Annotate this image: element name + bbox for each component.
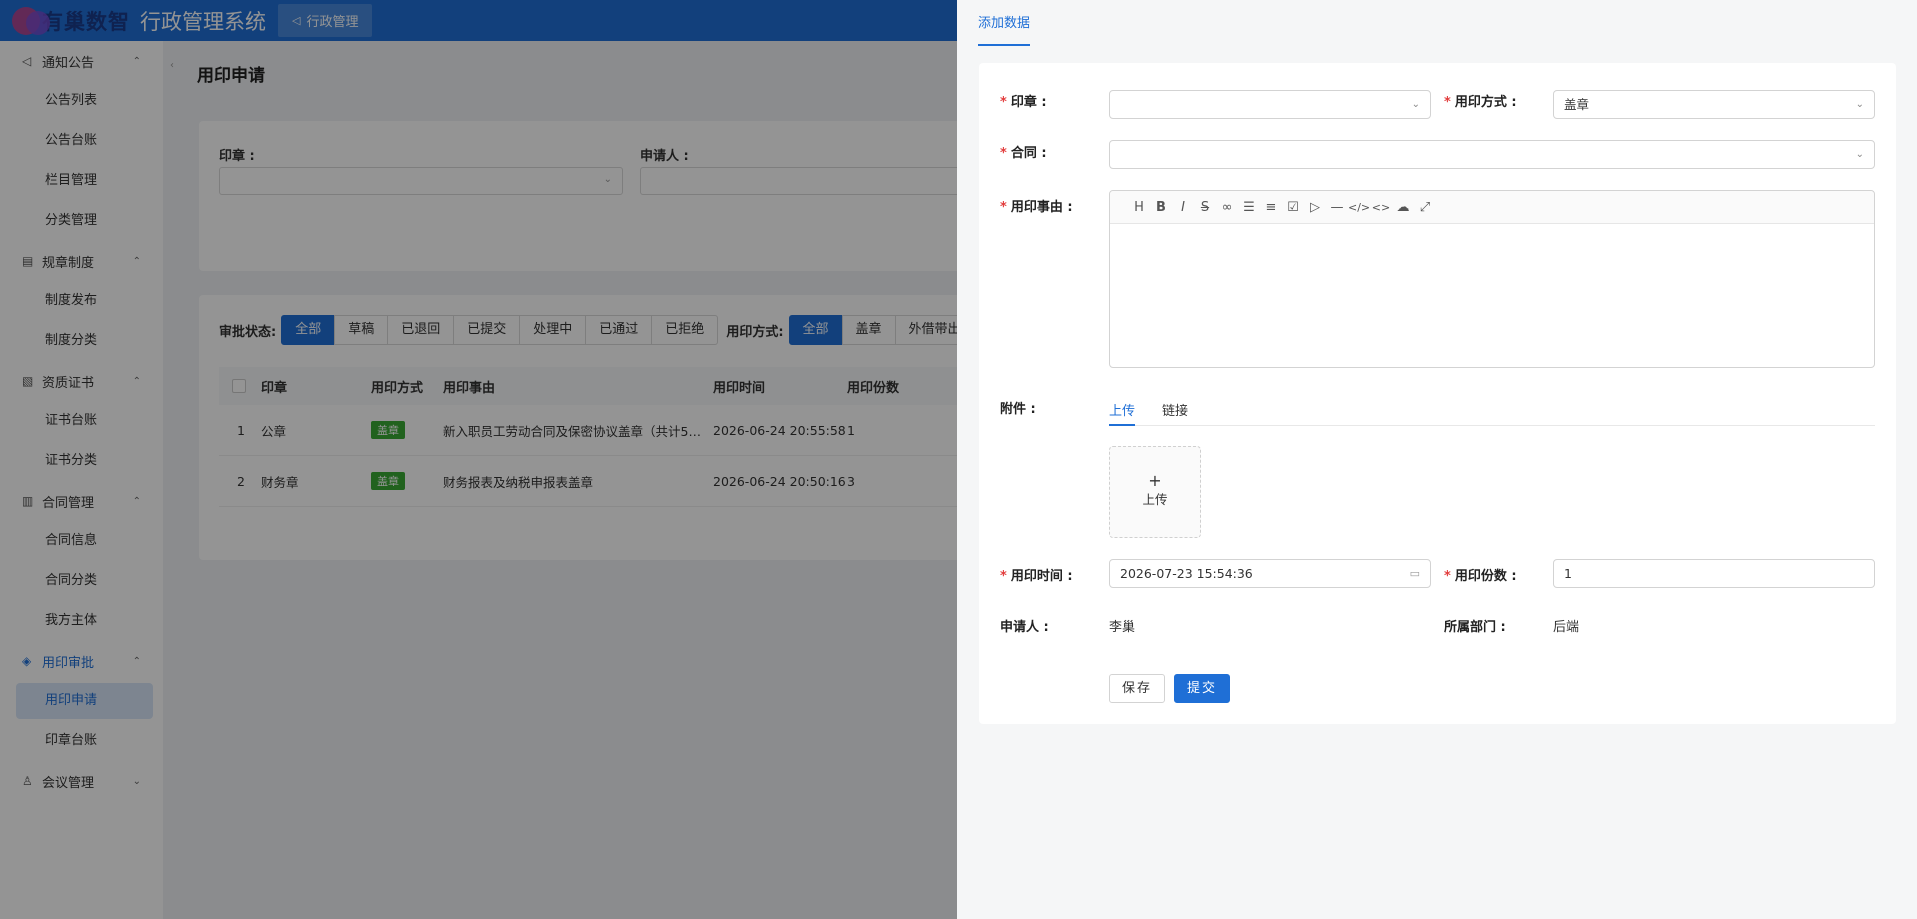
reason-rich-editor: H B I S ∞ ☰ ≡ ☑ ▷ — </> <> ☁ ⤢ <box>1109 190 1875 368</box>
contract-select[interactable]: ⌄ <box>1109 140 1875 169</box>
editor-toolbar: H B I S ∞ ☰ ≡ ☑ ▷ — </> <> ☁ ⤢ <box>1110 191 1874 224</box>
attachment-tabs: 上传 链接 <box>1109 400 1875 426</box>
checklist-icon[interactable]: ☑ <box>1282 200 1304 215</box>
submit-button[interactable]: 提交 <box>1174 674 1231 703</box>
method-field-label: * 用印方式 : <box>1444 91 1517 110</box>
upload-text: 上传 <box>1142 492 1168 507</box>
quote-icon[interactable]: ▷ <box>1304 200 1326 215</box>
contract-label-text: 合同 : <box>1010 146 1047 161</box>
strikethrough-icon[interactable]: S <box>1194 200 1216 215</box>
time-label-text: 用印时间 : <box>1010 569 1073 584</box>
bullet-list-icon[interactable]: ☰ <box>1238 200 1260 215</box>
chevron-down-icon: ⌄ <box>1411 99 1420 110</box>
time-picker-input[interactable]: 2026-07-23 15:54:36 ▭ <box>1109 559 1431 588</box>
method-select[interactable]: 盖章 ⌄ <box>1553 90 1875 119</box>
chevron-down-icon: ⌄ <box>1855 149 1864 160</box>
drawer-tab-add-data[interactable]: 添加数据 <box>978 12 1031 46</box>
reason-editor-content[interactable] <box>1110 224 1874 367</box>
calendar-icon: ▭ <box>1409 567 1420 580</box>
department-label: 所属部门 : <box>1444 620 1506 635</box>
count-field-label: * 用印份数 : <box>1444 565 1517 584</box>
required-mark: * <box>1444 569 1451 584</box>
code-icon[interactable]: </> <box>1348 201 1370 214</box>
drawer-overlay-mask[interactable] <box>0 0 957 919</box>
chevron-down-icon: ⌄ <box>1855 99 1864 110</box>
attachment-tab-link[interactable]: 链接 <box>1162 400 1188 426</box>
contract-field-label: * 合同 : <box>1000 142 1047 161</box>
method-select-value: 盖章 <box>1564 97 1590 112</box>
time-field-label: * 用印时间 : <box>1000 565 1073 584</box>
add-data-drawer: 添加数据 * 印章 : ⌄ * 用印方式 : 盖章 ⌄ * 合同 : ⌄ * 用印事由 … <box>957 0 1917 919</box>
required-mark: * <box>1000 95 1007 110</box>
attachment-tab-upload[interactable]: 上传 <box>1109 400 1136 426</box>
inline-code-icon[interactable]: <> <box>1370 201 1392 214</box>
time-value: 2026-07-23 15:54:36 <box>1120 566 1253 581</box>
upload-dropzone[interactable]: + 上传 <box>1109 446 1201 538</box>
required-mark: * <box>1000 569 1007 584</box>
applicant-value: 李巢 <box>1109 620 1136 635</box>
save-button[interactable]: 保存 <box>1109 674 1166 703</box>
count-input[interactable]: 1 <box>1553 559 1875 588</box>
department-value: 后端 <box>1553 620 1580 635</box>
plus-icon: + <box>1148 471 1162 490</box>
upload-icon[interactable]: ☁ <box>1392 200 1414 215</box>
required-mark: * <box>1000 146 1007 161</box>
fullscreen-icon[interactable]: ⤢ <box>1414 200 1436 215</box>
applicant-label: 申请人 : <box>1000 620 1049 635</box>
seal-label-text: 印章 : <box>1010 95 1047 110</box>
required-mark: * <box>1000 200 1007 215</box>
seal-field-label: * 印章 : <box>1000 91 1047 110</box>
reason-label-text: 用印事由 : <box>1010 200 1073 215</box>
ordered-list-icon[interactable]: ≡ <box>1260 200 1282 215</box>
bold-icon[interactable]: B <box>1150 200 1172 215</box>
link-icon[interactable]: ∞ <box>1216 200 1238 215</box>
horizontal-rule-icon[interactable]: — <box>1326 200 1348 215</box>
required-mark: * <box>1444 95 1451 110</box>
heading-icon[interactable]: H <box>1128 200 1150 215</box>
italic-icon[interactable]: I <box>1172 200 1194 215</box>
attachment-field-label: 附件 : <box>1000 402 1036 417</box>
seal-request-form: * 印章 : ⌄ * 用印方式 : 盖章 ⌄ * 合同 : ⌄ * 用印事由 : H B… <box>979 63 1896 724</box>
seal-select[interactable]: ⌄ <box>1109 90 1431 119</box>
reason-field-label: * 用印事由 : <box>1000 196 1073 215</box>
method-label-text: 用印方式 : <box>1454 95 1517 110</box>
count-value: 1 <box>1564 566 1572 581</box>
count-label-text: 用印份数 : <box>1454 569 1517 584</box>
